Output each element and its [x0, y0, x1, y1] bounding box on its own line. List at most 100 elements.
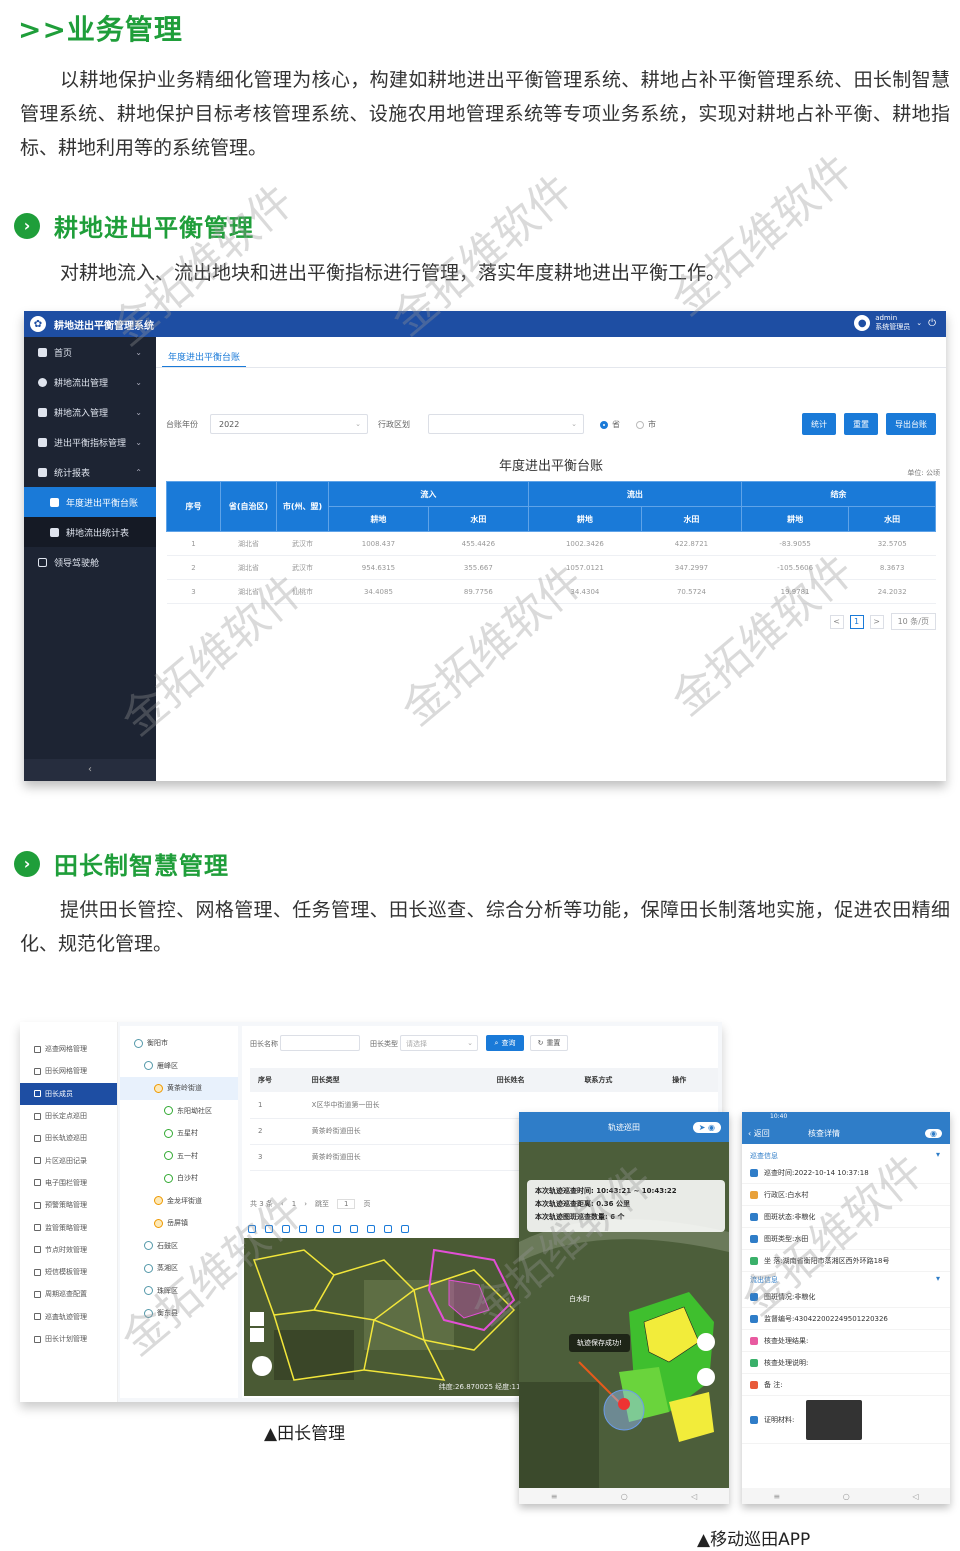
tree-node[interactable]: 珠晖区 [120, 1280, 238, 1303]
detail-row: 图斑状态:非粮化 [742, 1206, 950, 1228]
table-cell: 1057.0121 [528, 555, 642, 580]
sidebar-item-home[interactable]: 首页 ⌄ [24, 337, 156, 367]
nav-item[interactable]: 巡查网格管理 [20, 1038, 117, 1060]
detail-row: 备 注: [742, 1374, 950, 1396]
col-city: 市(州、盟) [276, 481, 329, 532]
tree-node[interactable]: 黄茶岭街道 [120, 1077, 238, 1100]
table-row: 1 湖北省 武汉市 1008.437 455.4426 1002.3426 422.8721… [166, 531, 936, 556]
table-header: 田长姓名 [488, 1068, 577, 1092]
nav-item[interactable]: 田长成员 [20, 1082, 117, 1105]
nav-item[interactable]: 田长网格管理 [20, 1060, 117, 1082]
logout-icon[interactable]: ⏻ [928, 318, 936, 328]
tree-node[interactable]: 五星村 [120, 1122, 238, 1145]
next-page-button[interactable]: > [869, 614, 884, 629]
sidebar-item-inflow[interactable]: 耕地流入管理 ⌄ [24, 397, 156, 427]
nav-item[interactable]: 田长定点巡田 [20, 1105, 117, 1127]
back-button[interactable]: ‹ 返回 [748, 1128, 808, 1139]
track-header: 轨迹巡田 ➤ ◉ [519, 1112, 729, 1142]
table-cell: 2 [250, 1118, 304, 1145]
detail-row-icon [750, 1336, 758, 1345]
type-filter-select[interactable]: 请选择 ⌄ [400, 1035, 478, 1051]
table-cell: 湖北省 [220, 555, 277, 580]
tree-node[interactable]: 五一村 [120, 1145, 238, 1168]
tree-node[interactable]: 衡阳市 [120, 1032, 238, 1055]
home-icon[interactable]: ○ [843, 1492, 850, 1501]
tree-node[interactable]: 雁峰区 [120, 1055, 238, 1078]
chevron-up-icon: ⌃ [135, 467, 142, 477]
arrow-right-icon: › [14, 850, 40, 877]
tree-node[interactable]: 金龙坪街道 [120, 1190, 238, 1213]
goto-input[interactable]: 1 [337, 1199, 356, 1209]
home-icon[interactable]: ○ [621, 1492, 628, 1501]
export-button[interactable]: 导出台账 [886, 413, 936, 435]
detail-row: 核查处理说明: [742, 1352, 950, 1374]
nav-item[interactable]: 田长计划管理 [20, 1328, 117, 1350]
page-size-select[interactable]: 10 条/页 [890, 613, 936, 630]
evidence-photo[interactable] [806, 1399, 863, 1440]
table-cell: 8.3673 [848, 555, 936, 580]
pagination: < 1 > 10 条/页 [827, 613, 936, 630]
region-select[interactable]: ⌄ [428, 414, 584, 434]
back-icon[interactable]: ◁ [691, 1492, 697, 1501]
user-menu[interactable]: ● admin 系统管理员 ⌄ ⏻ [854, 314, 936, 332]
year-select[interactable]: 2022 ⌄ [210, 414, 368, 434]
nav-item[interactable]: 监管策略管理 [20, 1216, 117, 1238]
tree-node[interactable]: 蒸湘区 [120, 1257, 238, 1280]
filter-reset-button[interactable]: ↻ 重置 [530, 1035, 568, 1051]
tree-node[interactable]: 东阳坳社区 [120, 1100, 238, 1123]
query-button[interactable]: ⌕ 查询 [486, 1035, 524, 1051]
sidebar-item-dashboard[interactable]: 领导驾驶舱 [24, 547, 156, 577]
tree-node[interactable]: 石鼓区 [120, 1235, 238, 1258]
stat-button[interactable]: 统计 [802, 413, 836, 435]
detail-header: ‹ 返回 核查详情 ◉ [742, 1122, 950, 1144]
tree-node[interactable]: 白沙村 [120, 1167, 238, 1190]
radio-city[interactable]: 市 [636, 419, 656, 430]
nav-item[interactable]: 节点时效管理 [20, 1239, 117, 1261]
grid-map[interactable]: 纬度:26.870025 经度:112.60 [244, 1220, 540, 1396]
sidebar-item-outflow-stats[interactable]: 耕地流出统计表 [24, 517, 156, 547]
map-svg [244, 1238, 540, 1396]
region-node-icon [164, 1106, 173, 1116]
prev-page-icon[interactable]: ‹ [281, 1200, 284, 1208]
tree-node[interactable]: 衡东县 [120, 1302, 238, 1325]
bar-chart-icon [50, 497, 59, 507]
nav-item[interactable]: 巡査轨迹管理 [20, 1306, 117, 1328]
sidebar-item-outflow[interactable]: 耕地流出管理 ⌄ [24, 367, 156, 397]
balance-system-screenshot: ✿ 耕地进出平衡管理系统 ● admin 系统管理员 ⌄ ⏻ 首页 ⌄ 耕地流出管… [24, 311, 946, 781]
nav-item[interactable]: 周期巡查配置 [20, 1283, 117, 1305]
sidebar-item-indicator[interactable]: 进出平衡指标管理 ⌄ [24, 427, 156, 457]
col-out-paddy: 水田 [641, 506, 742, 532]
current-page[interactable]: 1 [292, 1200, 296, 1208]
tab-annual-ledger[interactable]: 年度进出平衡台账 [162, 347, 247, 368]
region-node-icon [164, 1173, 173, 1183]
toggle-icon[interactable]: ◉ [925, 1128, 942, 1138]
detail-group-header[interactable]: 巡查信息 ▾ [742, 1148, 950, 1162]
nav-item[interactable]: 田长轨迹巡田 [20, 1127, 117, 1149]
nav-item[interactable]: 短信模板管理 [20, 1261, 117, 1283]
radio-province[interactable]: 省 [600, 419, 620, 430]
track-map[interactable]: 本次轨迹巡查时间: 10:43:21 ~ 10:43:22 本次轨迹巡查距离: … [519, 1142, 729, 1488]
nav-item[interactable]: 片区巡田记录 [20, 1149, 117, 1171]
name-filter-input[interactable] [280, 1035, 360, 1051]
sidebar-collapse-button[interactable]: ‹ [24, 759, 156, 781]
detail-group-header[interactable]: 流出信息 ▾ [742, 1272, 950, 1286]
region-node-icon [144, 1308, 153, 1318]
reset-button[interactable]: 重置 [844, 413, 878, 435]
menu-item-icon [34, 1112, 41, 1120]
table-cell: -105.5606 [741, 555, 849, 580]
page-1-button[interactable]: 1 [849, 614, 864, 629]
menu-icon[interactable]: ≡ [773, 1492, 780, 1501]
prev-page-button[interactable]: < [829, 614, 844, 629]
nav-item[interactable]: 预警策略管理 [20, 1194, 117, 1216]
next-page-icon[interactable]: › [304, 1200, 307, 1208]
menu-icon[interactable]: ≡ [551, 1492, 558, 1501]
goto-suffix: 页 [363, 1200, 371, 1208]
table-cell: 355.667 [428, 555, 529, 580]
home-icon [38, 347, 47, 357]
back-icon[interactable]: ◁ [912, 1492, 918, 1501]
locate-toggle-icon[interactable]: ➤ ◉ [692, 1121, 721, 1133]
sidebar-item-annual-ledger[interactable]: 年度进出平衡台账 [24, 487, 156, 517]
sidebar-item-reports[interactable]: 统计报表 ⌃ [24, 457, 156, 487]
tree-node[interactable]: 岳屏镇 [120, 1212, 238, 1235]
nav-item[interactable]: 电子围栏管理 [20, 1172, 117, 1194]
